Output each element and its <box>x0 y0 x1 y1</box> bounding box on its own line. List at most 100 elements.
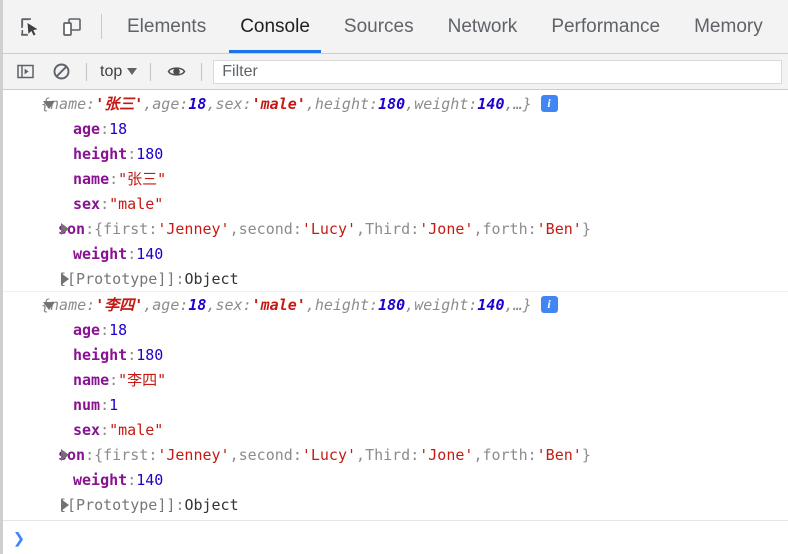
device-toolbar-glyph <box>63 17 81 36</box>
nested-key: second <box>238 219 293 238</box>
preview-comma: , <box>206 94 216 113</box>
property-value: 140 <box>136 470 164 489</box>
property-value: 180 <box>136 144 164 163</box>
preview-comma: , <box>305 94 315 113</box>
preview-comma: , <box>405 94 415 113</box>
nested-key: Third <box>365 219 411 238</box>
nested-colon: : <box>527 445 537 464</box>
eye-icon[interactable] <box>158 57 194 87</box>
property-colon: : <box>100 320 110 339</box>
preview-value: 180 <box>378 94 406 113</box>
disclosure-triangle-collapsed-icon[interactable] <box>61 223 69 235</box>
nested-comma: , <box>473 445 483 464</box>
preview-comma: , <box>504 94 514 113</box>
info-icon[interactable]: i <box>540 296 558 313</box>
object-property-row[interactable]: weight: 140 <box>3 241 788 266</box>
console-toolbar: top Filter <box>3 54 788 90</box>
tab-memory[interactable]: Memory <box>677 0 780 53</box>
execution-context-selector[interactable]: top <box>94 63 143 81</box>
tab-sources[interactable]: Sources <box>327 0 431 53</box>
nested-object-row[interactable]: son: {first: 'Jenney', second: 'Lucy', T… <box>3 216 788 241</box>
console-output[interactable]: {name: '张三', age: 18, sex: 'male', heigh… <box>3 91 788 520</box>
object-property-row[interactable]: name: "张三" <box>3 166 788 191</box>
object-property-row[interactable]: age: 18 <box>3 116 788 141</box>
preview-key: height <box>314 94 370 113</box>
nested-value: 'Lucy' <box>301 445 357 464</box>
console-prompt[interactable]: ❯ <box>3 520 788 554</box>
preview-ellipsis: … <box>513 295 523 314</box>
prototype-row[interactable]: [[Prototype]]: Object <box>3 266 788 291</box>
property-value: 1 <box>109 395 119 414</box>
tab-sources-label: Sources <box>343 15 414 37</box>
preview-value: 18 <box>188 94 207 113</box>
filter-input[interactable]: Filter <box>213 59 782 84</box>
disclosure-triangle-collapsed-icon[interactable] <box>61 449 69 461</box>
tab-performance[interactable]: Performance <box>534 0 677 53</box>
tab-console[interactable]: Console <box>223 0 327 53</box>
filter-placeholder: Filter <box>222 62 258 80</box>
preview-value: 140 <box>477 295 505 314</box>
nested-comma: , <box>356 219 366 238</box>
nested-key: second <box>238 445 293 464</box>
preview-value: 'male' <box>251 295 306 314</box>
object-property-row[interactable]: weight: 140 <box>3 467 788 492</box>
disclosure-triangle-collapsed-icon[interactable] <box>61 499 69 511</box>
tab-memory-label: Memory <box>694 15 763 37</box>
preview-key: sex <box>215 94 243 113</box>
object-property-row[interactable]: age: 18 <box>3 317 788 342</box>
object-property-row[interactable]: num: 1 <box>3 392 788 417</box>
preview-colon: : <box>86 295 96 314</box>
property-colon: : <box>127 144 137 163</box>
object-property-row[interactable]: sex: "male" <box>3 417 788 442</box>
nested-value: 'Jone' <box>419 219 474 238</box>
inspect-element-icon[interactable] <box>9 0 51 53</box>
tab-network-label: Network <box>447 15 518 37</box>
devtools-tabbar: Elements Console Sources Network Perform… <box>3 0 788 54</box>
execution-context-value: top <box>100 62 123 80</box>
object-preview-row[interactable]: {name: '张三', age: 18, sex: 'male', heigh… <box>3 91 788 116</box>
disclosure-triangle-expanded-icon[interactable] <box>43 101 55 109</box>
property-colon: : <box>100 420 110 439</box>
nested-comma: , <box>356 445 366 464</box>
preview-key: age <box>152 295 180 314</box>
device-toolbar-icon[interactable] <box>51 0 93 53</box>
object-property-row[interactable]: name: "李四" <box>3 367 788 392</box>
nested-key: forth <box>482 219 528 238</box>
object-property-row[interactable]: height: 180 <box>3 342 788 367</box>
disclosure-triangle-collapsed-icon[interactable] <box>61 273 69 285</box>
prototype-key: [[Prototype]] <box>58 269 176 288</box>
object-preview-row[interactable]: {name: '李四', age: 18, sex: 'male', heigh… <box>3 292 788 317</box>
property-colon: : <box>109 169 119 188</box>
nested-object-row[interactable]: son: {first: 'Jenney', second: 'Lucy', T… <box>3 442 788 467</box>
property-value: 18 <box>109 320 128 339</box>
tab-elements[interactable]: Elements <box>110 0 223 53</box>
toolbar-divider-1 <box>86 62 87 81</box>
toolbar-divider-2 <box>150 62 152 81</box>
preview-value: '张三' <box>95 95 144 113</box>
tab-console-label: Console <box>240 15 310 37</box>
tab-network[interactable]: Network <box>431 0 535 53</box>
property-value: 140 <box>136 244 164 263</box>
prototype-row[interactable]: [[Prototype]]: Object <box>3 492 788 517</box>
preview-colon: : <box>369 94 379 113</box>
console-message: {name: '李四', age: 18, sex: 'male', heigh… <box>3 291 788 517</box>
property-colon: : <box>85 445 95 464</box>
property-key: height <box>73 345 128 364</box>
clear-console-icon[interactable] <box>43 57 79 87</box>
property-key: weight <box>73 244 128 263</box>
property-colon: : <box>127 345 137 364</box>
preview-comma: , <box>143 94 153 113</box>
chevron-down-icon <box>127 68 138 75</box>
object-property-row[interactable]: height: 180 <box>3 141 788 166</box>
info-icon[interactable]: i <box>540 95 558 112</box>
console-sidebar-icon[interactable] <box>7 57 43 87</box>
property-key: num <box>73 395 101 414</box>
object-property-row[interactable]: sex: "male" <box>3 191 788 216</box>
preview-comma: , <box>305 295 315 314</box>
property-value: "张三" <box>118 170 167 188</box>
nested-value: 'Ben' <box>536 445 582 464</box>
prototype-colon: : <box>175 269 185 288</box>
nested-value: 'Ben' <box>536 219 582 238</box>
property-colon: : <box>100 395 110 414</box>
disclosure-triangle-expanded-icon[interactable] <box>43 302 55 310</box>
